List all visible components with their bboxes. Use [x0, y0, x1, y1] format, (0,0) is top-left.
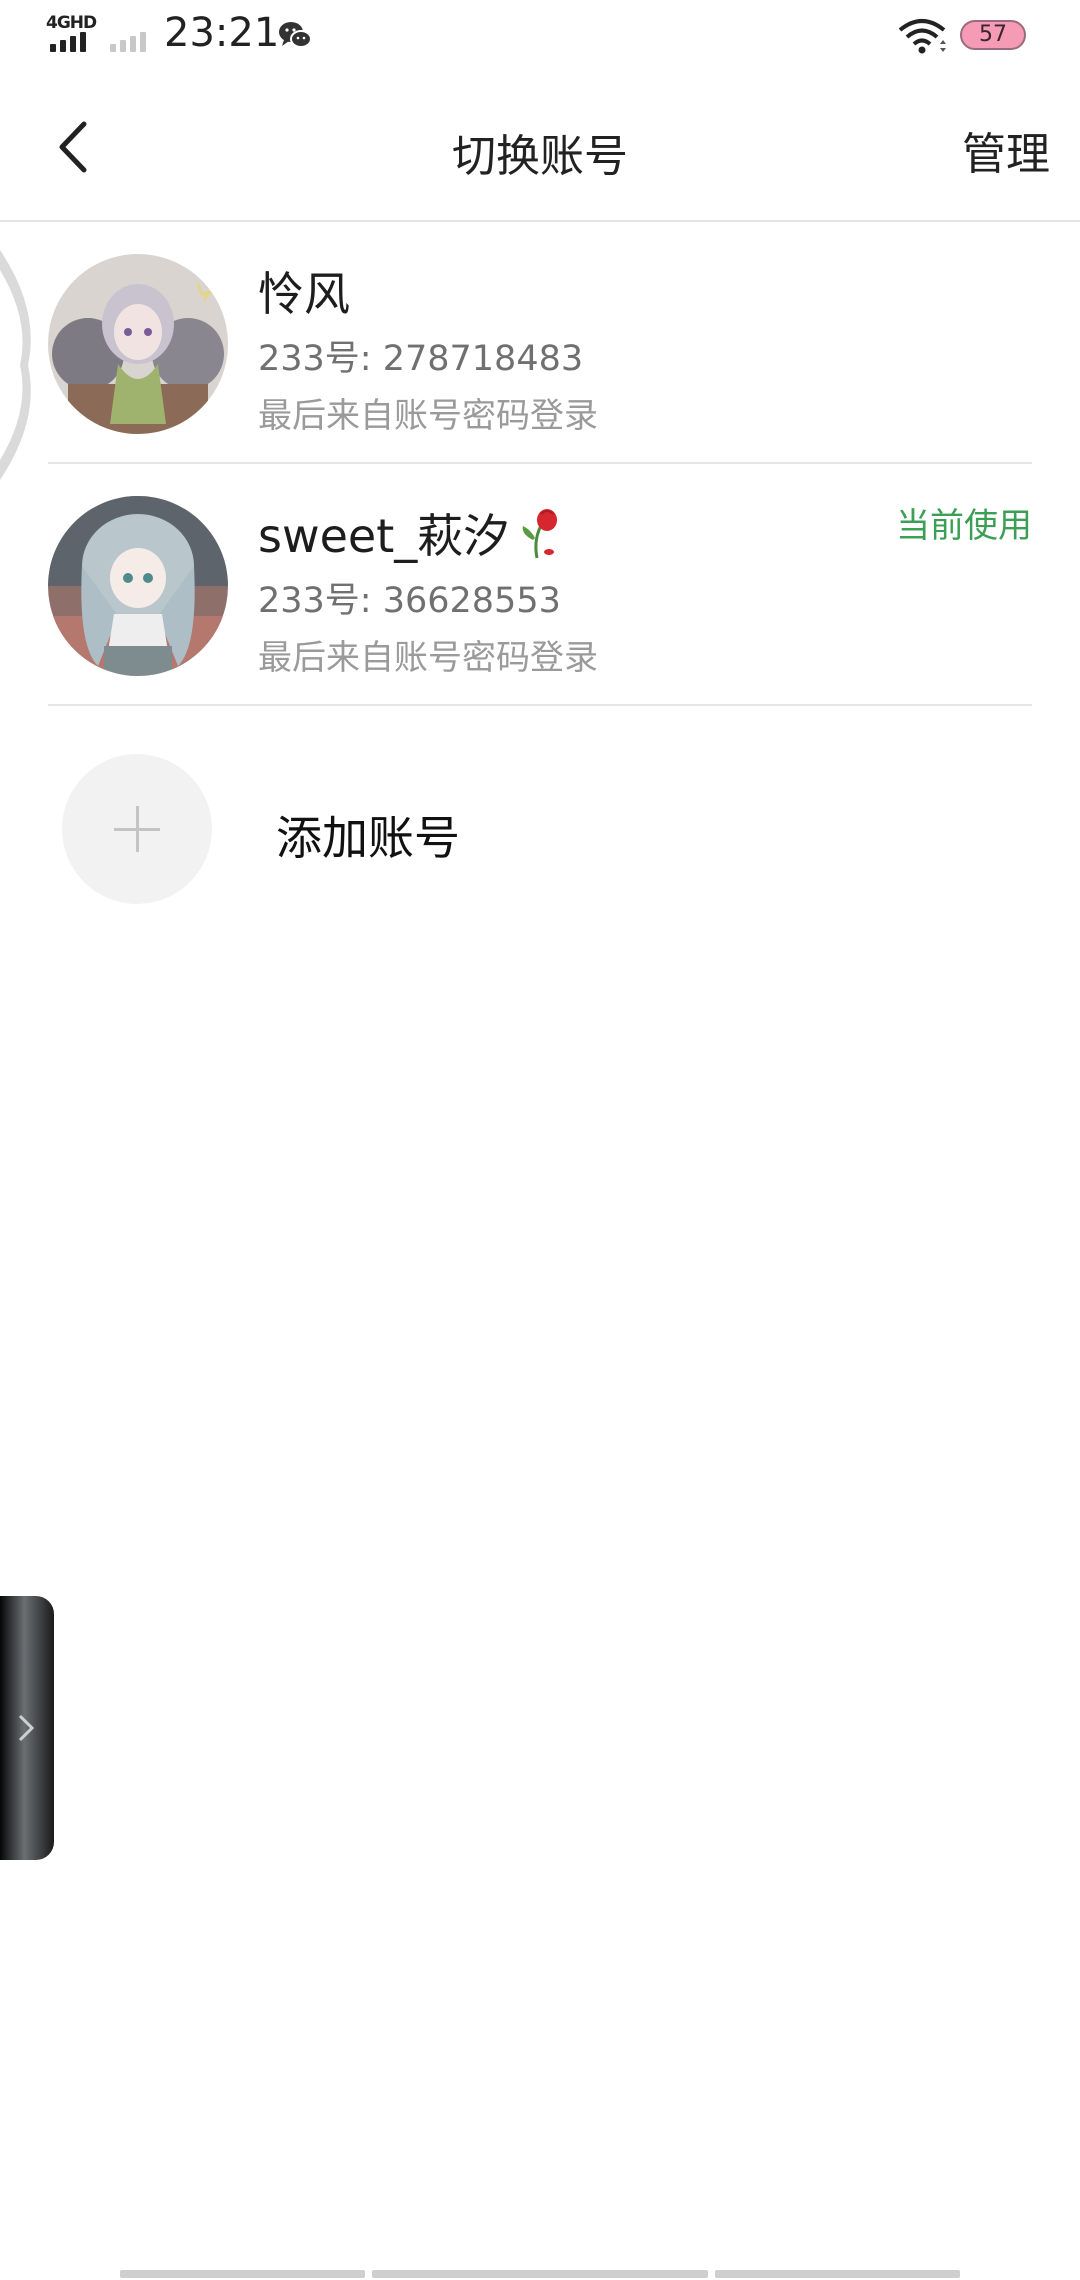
wilted-rose-icon: [522, 509, 558, 559]
side-drawer-handle[interactable]: [0, 1596, 54, 1860]
wifi-icon: [898, 19, 946, 54]
avatar: [48, 254, 228, 434]
account-name-text: sweet_萩汐: [258, 509, 510, 563]
signal-secondary-icon: [110, 28, 150, 52]
login-method: 最后来自账号密码登录: [258, 396, 598, 436]
gesture-segment: [120, 2270, 365, 2278]
manage-button[interactable]: 管理: [962, 118, 1050, 182]
avatar-anime-girl-icon: [48, 496, 228, 676]
chevron-right-icon: [18, 1714, 35, 1742]
status-bar: 4GHD 23:21 57: [0, 0, 1080, 72]
battery-icon: 57: [960, 20, 1026, 50]
avatar: [48, 496, 228, 676]
avatar-anime-boy-icon: [48, 254, 228, 434]
signal-icon: [50, 28, 90, 52]
account-item[interactable]: 怜风 233号: 278718483 最后来自账号密码登录: [48, 222, 1032, 464]
status-time: 23:21: [164, 10, 280, 56]
login-method: 最后来自账号密码登录: [258, 638, 598, 678]
account-id: 233号: 278718483: [258, 339, 584, 379]
edge-swipe-indicator: [0, 250, 31, 480]
account-name: sweet_萩汐: [258, 500, 567, 566]
add-account-label: 添加账号: [276, 811, 460, 865]
account-id: 233号: 36628553: [258, 581, 561, 621]
wechat-icon: [279, 22, 312, 48]
gesture-segment: [372, 2270, 708, 2278]
add-account-button[interactable]: 添加账号: [48, 740, 1032, 920]
current-account-badge: 当前使用: [896, 506, 1032, 546]
account-name: 怜风: [258, 267, 350, 321]
nav-bar: 切换账号 管理: [0, 72, 1080, 222]
plus-icon: [62, 754, 212, 904]
account-item[interactable]: sweet_萩汐 当前使用 233号: 36628553 最后来自账号密码登录: [48, 464, 1032, 706]
gesture-segment: [715, 2270, 960, 2278]
page-title: 切换账号: [452, 131, 628, 182]
bottom-gesture-bar: [0, 2270, 1080, 2280]
